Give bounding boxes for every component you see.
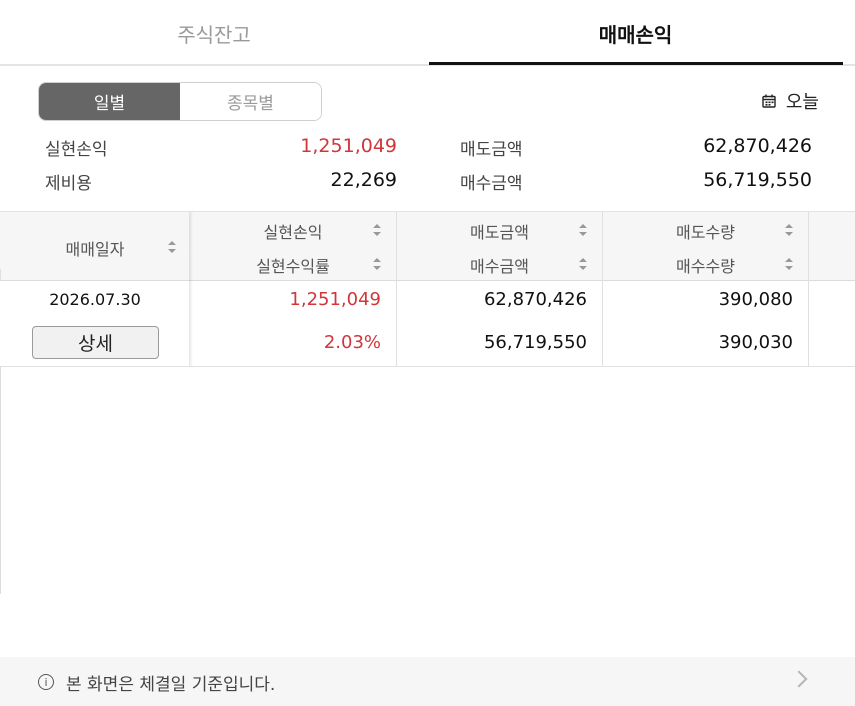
trade-date-cell: 2026.07.30 [49,290,141,309]
header-trade-date[interactable]: 매매일자 [0,236,190,260]
notice-text: 본 화면은 체결일 기준입니다. [66,675,276,695]
sort-icon[interactable] [579,258,587,270]
realized-rate-cell: 2.03% [323,332,381,353]
sort-icon[interactable] [785,258,793,270]
column-divider [808,212,809,367]
table-header: 매매일자 실현손익 실현수익률 매도금액 매수금액 매도수량 매수수량 [0,212,855,281]
buy-amount-label: 매수금액 [460,174,523,194]
sort-icon[interactable] [373,224,381,236]
sort-icon[interactable] [579,224,587,236]
header-buy-qty[interactable]: 매수수량 [603,253,808,277]
column-divider [0,269,1,281]
realized-pl-cell: 1,251,049 [289,289,381,310]
row-divider [0,366,855,367]
detail-button[interactable]: 상세 [32,326,159,359]
buy-amount-value: 56,719,550 [703,169,812,191]
trading-pl-table: 매매일자 실현손익 실현수익률 매도금액 매수금액 매도수량 매수수량 2026… [0,211,855,594]
buy-qty-cell: 390,030 [718,332,793,353]
notice-bar[interactable]: i 본 화면은 체결일 기준입니다. [0,657,855,706]
chevron-right-icon[interactable] [790,670,808,688]
calendar-icon [762,94,776,108]
tab-stock-balance[interactable]: 주식잔고 [0,0,428,66]
sell-amount-label: 매도금액 [460,140,523,160]
sort-icon[interactable] [168,241,176,253]
header-realized-rate[interactable]: 실현수익률 [193,253,393,277]
info-icon: i [38,674,54,690]
realized-pl-label: 실현손익 [45,140,108,160]
sort-icon[interactable] [785,224,793,236]
header-sell-amount[interactable]: 매도금액 [397,219,602,243]
header-realized-pl[interactable]: 실현손익 [193,219,393,243]
header-buy-amount[interactable]: 매수금액 [397,253,602,277]
segment-daily[interactable]: 일별 [39,83,180,120]
period-segment-control: 일별 종목별 [38,82,322,121]
date-select-button[interactable]: 오늘 [762,88,819,114]
sell-qty-cell: 390,080 [718,289,793,310]
realized-pl-value: 1,251,049 [300,135,397,157]
table-left-border [0,367,1,594]
fees-label: 제비용 [45,174,92,194]
active-tab-indicator [429,62,843,65]
tab-trading-pl[interactable]: 매매손익 [428,0,843,66]
sell-amount-cell: 62,870,426 [483,289,587,310]
top-tab-bar: 주식잔고 매매손익 [0,0,855,66]
buy-amount-cell: 56,719,550 [483,332,587,353]
date-button-label: 오늘 [785,92,819,113]
segment-by-stock[interactable]: 종목별 [180,83,321,120]
sell-amount-value: 62,870,426 [703,135,812,157]
sort-icon[interactable] [373,258,381,270]
header-sell-qty[interactable]: 매도수량 [603,219,808,243]
fees-value: 22,269 [330,169,397,191]
